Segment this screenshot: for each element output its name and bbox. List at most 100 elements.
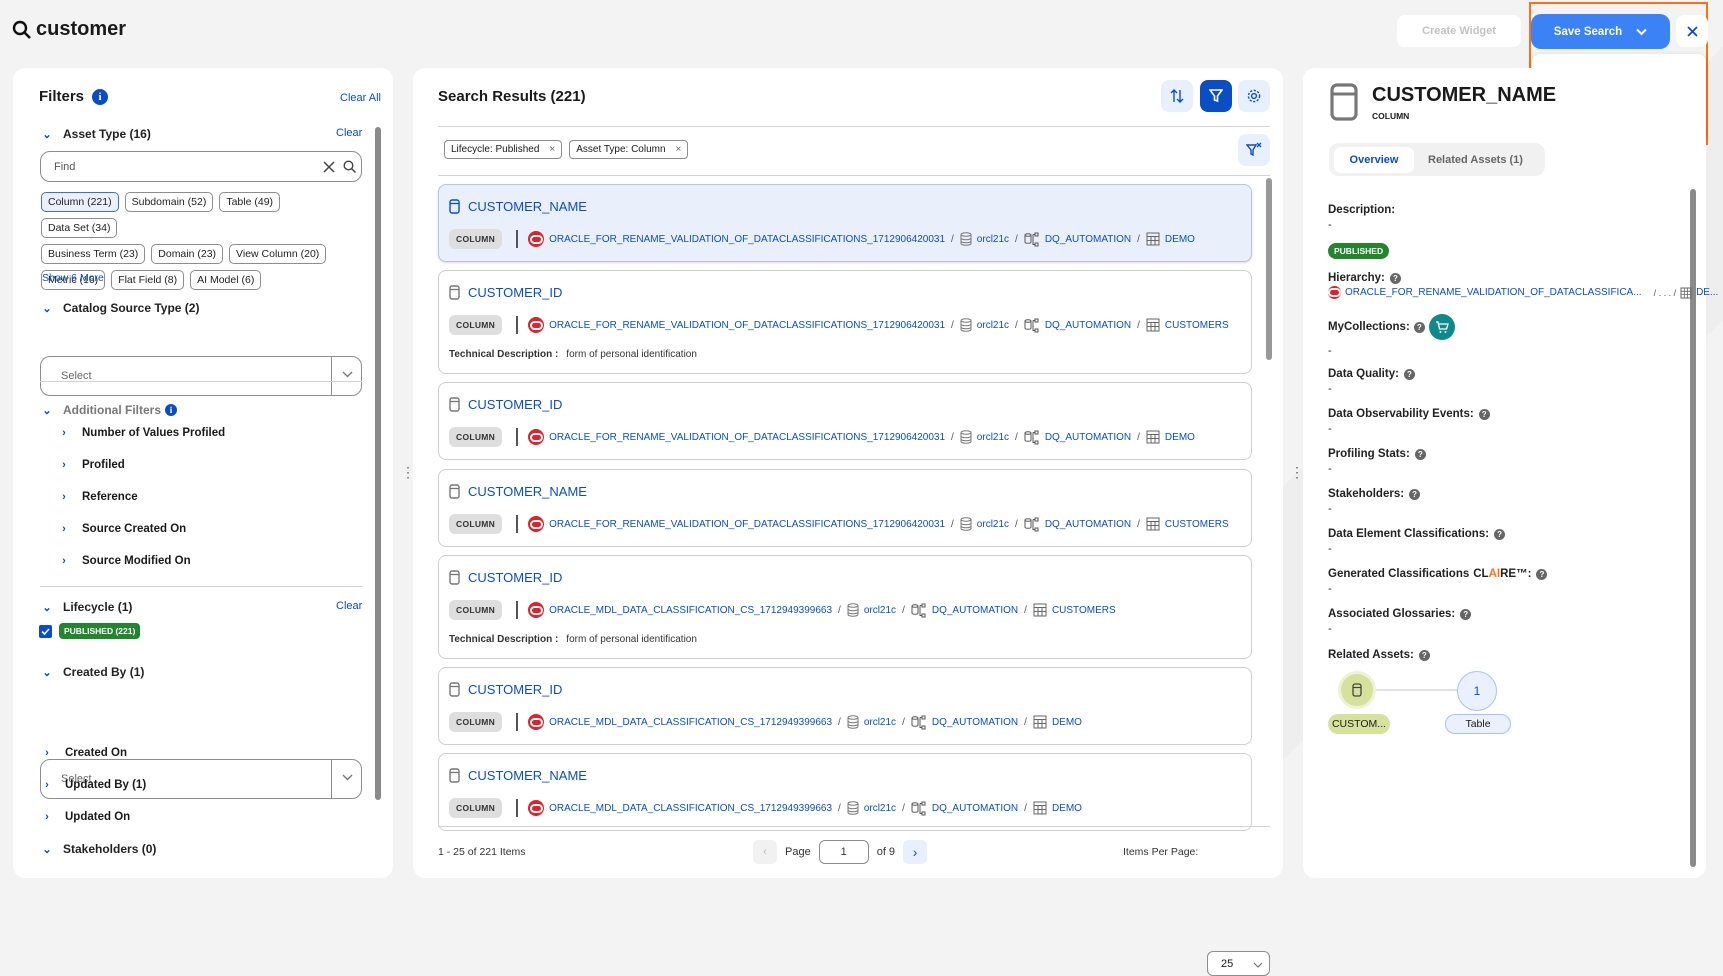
result-card[interactable]: CUSTOMER_ID COLUMN ORACLE_MDL_DATA_CLASSIF… <box>438 667 1252 745</box>
table-link[interactable]: CUSTOMERS <box>1165 320 1229 331</box>
results-scrollbar[interactable] <box>1266 178 1272 360</box>
result-card[interactable]: CUSTOMER_ID COLUMN ORACLE_MDL_DATA_CLASSIF… <box>438 555 1252 659</box>
asset-type-clear[interactable]: Clear <box>336 127 362 139</box>
table-link[interactable]: DEMO <box>1052 717 1082 728</box>
database-link[interactable]: orcl21c <box>977 432 1009 443</box>
result-name-link[interactable]: CUSTOMER_ID <box>468 285 562 300</box>
asset-type-chip[interactable]: AI Model (6) <box>190 270 262 290</box>
schema-link[interactable]: DQ_AUTOMATION <box>932 717 1018 728</box>
asset-type-chip[interactable]: View Column (20) <box>229 244 327 264</box>
result-card[interactable]: CUSTOMER_ID COLUMN ORACLE_FOR_RENAME_VALID… <box>438 382 1252 460</box>
tab-overview[interactable]: Overview <box>1334 146 1414 173</box>
catalog-source-type-select[interactable]: Select <box>40 356 362 396</box>
result-card[interactable]: CUSTOMER_NAME COLUMN ORACLE_FOR_RENAME_VAL… <box>438 184 1252 262</box>
clear-all-link[interactable]: Clear All <box>340 92 381 104</box>
asset-type-chip[interactable]: Flat Field (8) <box>111 270 185 290</box>
database-link[interactable]: orcl21c <box>977 234 1009 245</box>
schema-link[interactable]: DQ_AUTOMATION <box>1045 432 1131 443</box>
table-link[interactable]: CUSTOMERS <box>1052 605 1116 616</box>
result-name-link[interactable]: CUSTOMER_ID <box>468 682 562 697</box>
tab-related-assets[interactable]: Related Assets (1) <box>1428 154 1523 166</box>
source-link[interactable]: ORACLE_MDL_DATA_CLASSIFICATION_CS_171294… <box>549 717 832 728</box>
asset-type-chip[interactable]: Table (49) <box>219 192 281 212</box>
asset-type-find-input[interactable]: Find <box>40 151 362 182</box>
filter-section-collapsed[interactable]: › Updated By (1) <box>41 769 146 801</box>
additional-filters-header[interactable]: ⌄ Additional Filters i <box>41 403 178 417</box>
source-link[interactable]: ORACLE_FOR_RENAME_VALIDATION_OF_DATACLAS… <box>549 519 945 530</box>
result-card[interactable]: CUSTOMER_NAME COLUMN ORACLE_MDL_DATA_CLASS… <box>438 753 1252 831</box>
filter-toggle-button[interactable] <box>1200 80 1232 112</box>
database-link[interactable]: orcl21c <box>864 605 896 616</box>
items-per-page-select[interactable]: 25 <box>1207 951 1270 976</box>
help-icon[interactable]: ? <box>1403 368 1415 380</box>
filter-section-collapsed[interactable]: › Updated On <box>41 801 146 833</box>
save-search-button[interactable]: Save Search <box>1531 14 1670 49</box>
schema-link[interactable]: DQ_AUTOMATION <box>1045 519 1131 530</box>
active-filter-chip[interactable]: Lifecycle: Published × <box>444 140 563 159</box>
show-more-link[interactable]: Show 6 More <box>42 272 104 284</box>
hierarchy-source-link[interactable]: ORACLE_FOR_RENAME_VALIDATION_OF_DATACLAS… <box>1345 287 1642 298</box>
result-name-link[interactable]: CUSTOMER_NAME <box>468 199 587 214</box>
table-link[interactable]: DEMO <box>1052 803 1082 814</box>
source-link[interactable]: ORACLE_FOR_RENAME_VALIDATION_OF_DATACLAS… <box>549 432 945 443</box>
hierarchy-ellipsis[interactable]: / . . . / <box>1654 288 1677 298</box>
result-name-link[interactable]: CUSTOMER_NAME <box>468 768 587 783</box>
help-icon[interactable]: ? <box>1494 528 1506 540</box>
schema-link[interactable]: DQ_AUTOMATION <box>932 803 1018 814</box>
asset-type-chip[interactable]: Domain (23) <box>151 244 224 264</box>
result-name-link[interactable]: CUSTOMER_NAME <box>468 484 587 499</box>
prev-page-button[interactable]: ‹ <box>753 840 777 864</box>
related-node-self[interactable] <box>1338 671 1376 709</box>
hierarchy-table-link[interactable]: DE... <box>1696 287 1718 298</box>
table-link[interactable]: CUSTOMERS <box>1165 519 1229 530</box>
stakeholders-header[interactable]: ⌄ Stakeholders (0) <box>41 842 156 856</box>
additional-filter-item[interactable]: › Number of Values Profiled <box>58 417 225 449</box>
remove-filter-icon[interactable]: × <box>676 144 682 155</box>
help-icon[interactable]: ? <box>1409 488 1421 500</box>
table-link[interactable]: DEMO <box>1165 432 1195 443</box>
source-link[interactable]: ORACLE_MDL_DATA_CLASSIFICATION_CS_171294… <box>549 803 832 814</box>
schema-link[interactable]: DQ_AUTOMATION <box>1045 234 1131 245</box>
help-icon[interactable]: ? <box>1418 649 1430 661</box>
asset-type-chip[interactable]: Business Term (23) <box>41 244 146 264</box>
create-widget-button[interactable]: Create Widget <box>1397 15 1521 47</box>
details-resize-handle[interactable]: ⋮ <box>1290 465 1304 479</box>
help-icon[interactable]: ? <box>1389 272 1401 284</box>
related-node-table-label[interactable]: Table <box>1445 714 1511 734</box>
database-link[interactable]: orcl21c <box>977 519 1009 530</box>
search-icon[interactable] <box>343 160 356 173</box>
lifecycle-clear[interactable]: Clear <box>336 600 362 612</box>
page-input[interactable]: 1 <box>818 840 869 864</box>
related-node-count[interactable]: 1 <box>1457 671 1497 711</box>
remove-filter-icon[interactable]: × <box>549 144 555 155</box>
next-page-button[interactable]: › <box>903 840 928 864</box>
table-link[interactable]: DEMO <box>1165 234 1195 245</box>
additional-filter-item[interactable]: › Source Modified On <box>58 545 225 577</box>
asset-type-chip[interactable]: Data Set (34) <box>41 218 118 238</box>
database-link[interactable]: orcl21c <box>864 803 896 814</box>
sort-button[interactable] <box>1161 80 1193 112</box>
close-button[interactable] <box>1676 15 1708 47</box>
catalog-source-type-header[interactable]: ⌄ Catalog Source Type (2) <box>41 301 199 315</box>
settings-button[interactable] <box>1238 80 1270 112</box>
result-name-link[interactable]: CUSTOMER_ID <box>468 570 562 585</box>
help-icon[interactable]: ? <box>1413 321 1425 333</box>
lifecycle-header[interactable]: ⌄ Lifecycle (1) <box>41 600 132 614</box>
clear-icon[interactable] <box>323 161 335 173</box>
created-by-header[interactable]: ⌄ Created By (1) <box>41 665 144 679</box>
help-icon[interactable]: ? <box>1478 408 1490 420</box>
source-link[interactable]: ORACLE_FOR_RENAME_VALIDATION_OF_DATACLAS… <box>549 320 945 331</box>
clear-filters-button[interactable] <box>1238 134 1270 166</box>
related-node-self-label[interactable]: CUSTOM... <box>1328 714 1390 734</box>
additional-filter-item[interactable]: › Source Created On <box>58 513 225 545</box>
schema-link[interactable]: DQ_AUTOMATION <box>1045 320 1131 331</box>
result-name-link[interactable]: CUSTOMER_ID <box>468 397 562 412</box>
asset-type-chip[interactable]: Column (221) <box>41 192 119 212</box>
filter-section-collapsed[interactable]: › Created On <box>41 737 146 769</box>
help-icon[interactable]: ? <box>1414 448 1426 460</box>
database-link[interactable]: orcl21c <box>864 717 896 728</box>
database-link[interactable]: orcl21c <box>977 320 1009 331</box>
info-icon[interactable]: i <box>92 88 109 105</box>
result-card[interactable]: CUSTOMER_ID COLUMN ORACLE_FOR_RENAME_VALID… <box>438 270 1252 374</box>
help-icon[interactable]: ? <box>1460 608 1472 620</box>
